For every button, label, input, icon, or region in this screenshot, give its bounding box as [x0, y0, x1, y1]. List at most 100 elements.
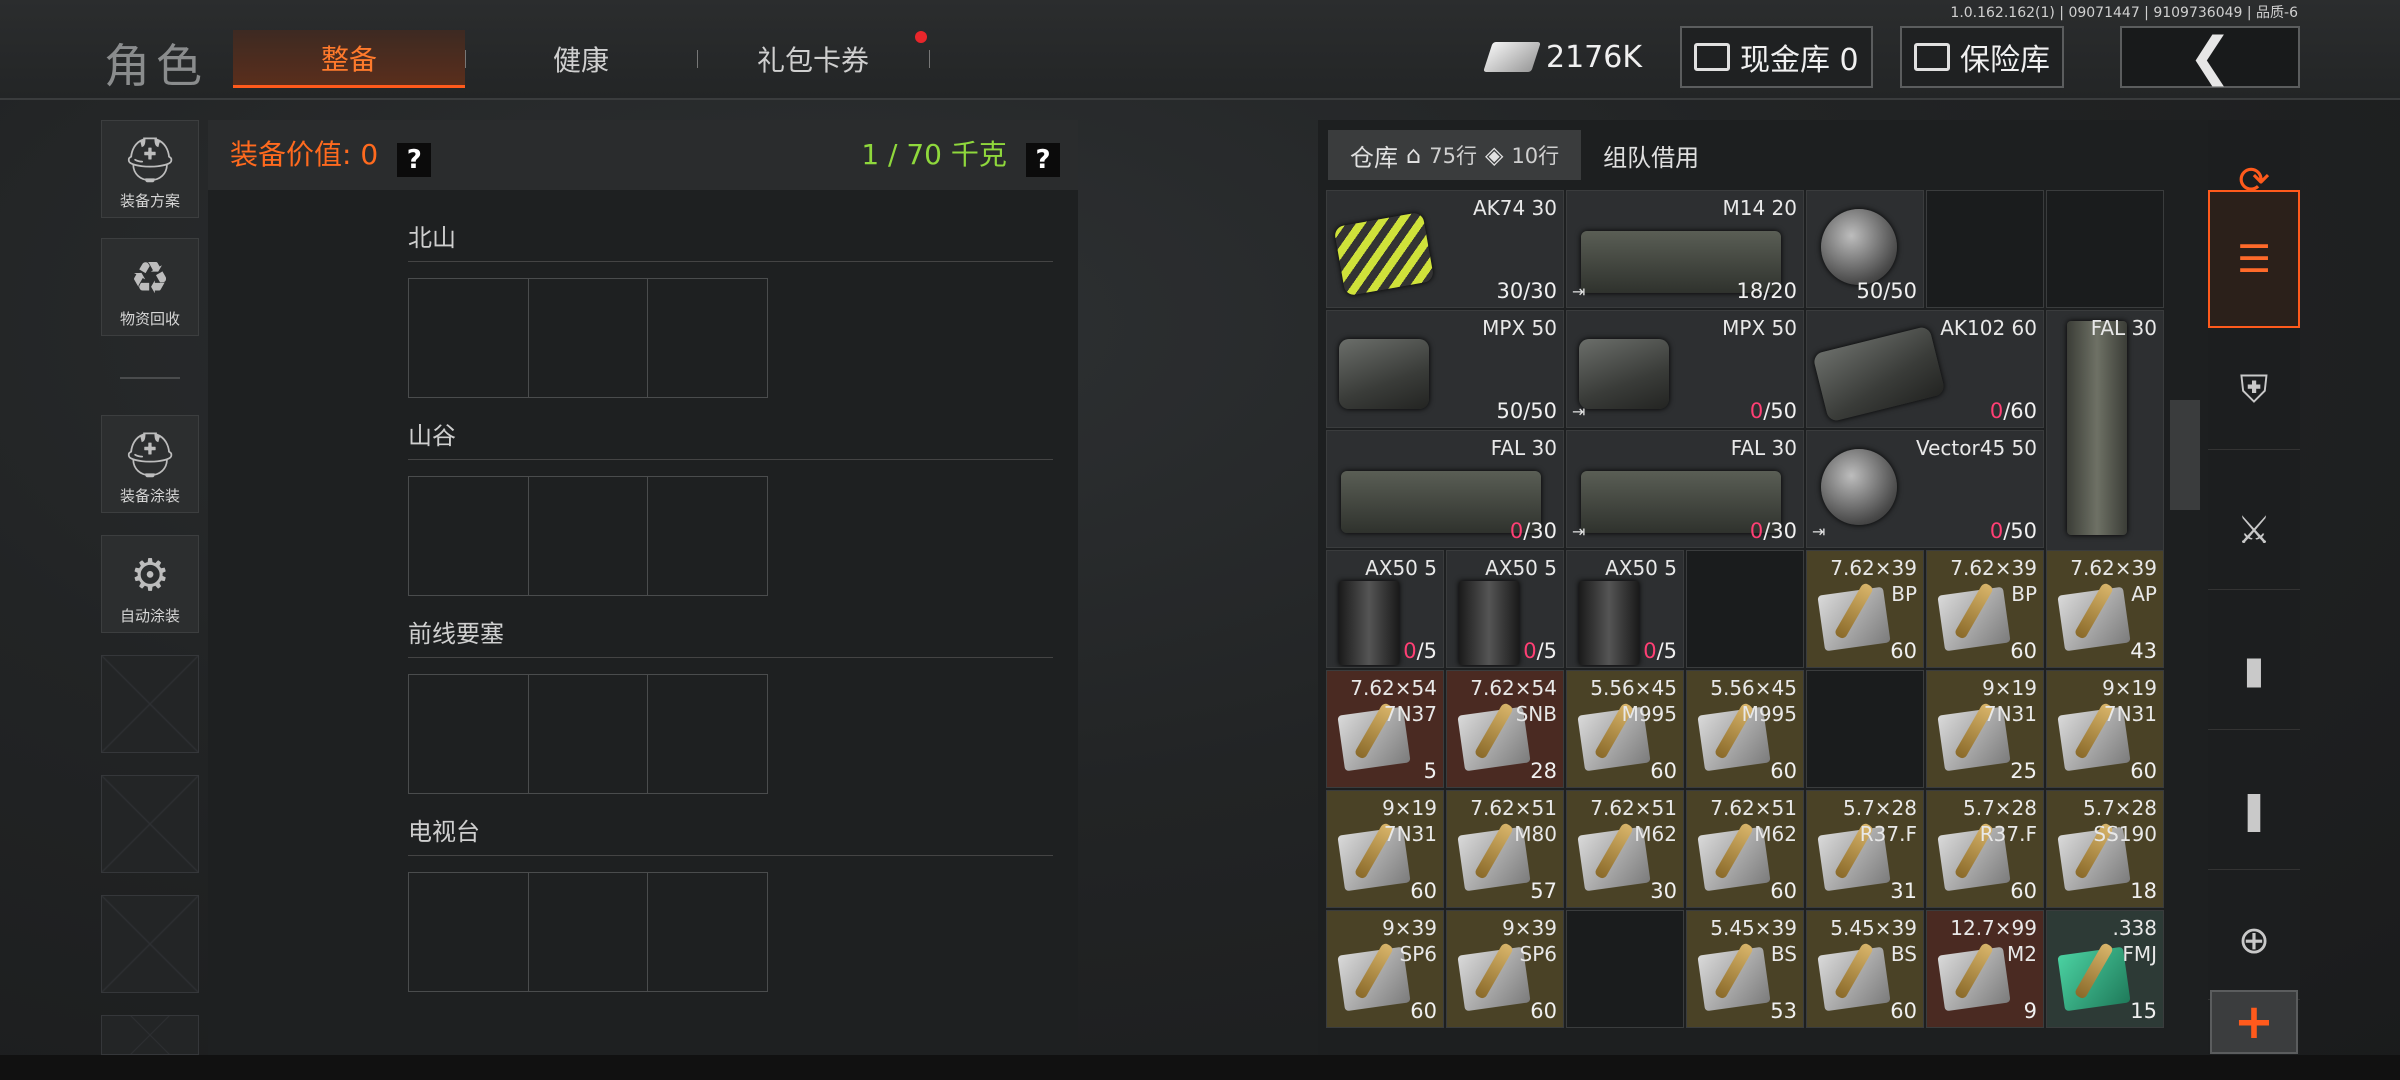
inventory-item[interactable]: AX50 5 0/5 [1446, 550, 1564, 668]
empty-slot [2046, 190, 2164, 308]
item-count: 0/5 [1403, 639, 1437, 663]
helmet-grid-icon: ⛑ [122, 135, 178, 186]
item-name: 5.56×45 M995 [1590, 676, 1677, 726]
warehouse-tabs: 仓库 ⌂ 75行 ◈ 10行 组队借用 [1328, 130, 1721, 180]
item-count: 60 [2010, 639, 2037, 663]
map-slot[interactable] [409, 279, 529, 397]
item-count: 60 [1530, 999, 1557, 1023]
item-name: 7.62×51 M62 [1590, 796, 1677, 846]
inventory-item[interactable]: 5.7×28 R37.F 60 [1926, 790, 2044, 908]
inventory-item[interactable]: 5.7×28 R37.F 31 [1806, 790, 1924, 908]
map-slot[interactable] [409, 873, 529, 991]
map-slot[interactable] [648, 873, 767, 991]
item-count: 60 [2010, 879, 2037, 903]
inventory-item[interactable]: AK102 60 0/60 [1806, 310, 2044, 428]
tab-equip[interactable]: 整备 [233, 30, 465, 88]
inventory-item[interactable]: 9×19 7N31 60 [2046, 670, 2164, 788]
item-name: 9×19 7N31 [1382, 796, 1437, 846]
inventory-item[interactable]: AX50 5 0/5 [1326, 550, 1444, 668]
add-button[interactable]: + [2210, 990, 2298, 1054]
filter-ammo-button[interactable]: ❚ [2208, 750, 2300, 870]
sidebar-item-recycle[interactable]: ♻ 物资回收 [101, 238, 199, 336]
item-count: 60 [1410, 999, 1437, 1023]
inventory-item[interactable]: 5.7×28 SS190 18 [2046, 790, 2164, 908]
magazine-icon [1812, 325, 1946, 423]
inventory-item[interactable]: AK74 30 30/30 [1326, 190, 1564, 308]
inventory-item[interactable]: 9×39 SP6 60 [1446, 910, 1564, 1028]
item-name: 5.56×45 M995 [1710, 676, 1797, 726]
map-slot[interactable] [409, 675, 529, 793]
inventory-item[interactable]: .338 FMJ 15 [2046, 910, 2164, 1028]
item-name: AX50 5 [1365, 556, 1437, 580]
inventory-item[interactable]: 7.62×39 BP 60 [1806, 550, 1924, 668]
tab-team-borrow[interactable]: 组队借用 [1581, 130, 1721, 180]
bottom-strip [0, 1055, 2400, 1080]
inventory-item[interactable]: 50/50 [1806, 190, 1924, 308]
sidebar-item-auto-paint[interactable]: ⚙ 自动涂装 [101, 535, 199, 633]
map-title: 前线要塞 [408, 614, 1053, 658]
magazine-icon [1339, 339, 1429, 409]
sidebar-item-skin[interactable]: ⛑ 装备涂装 [101, 415, 199, 513]
inventory-item[interactable]: 5.45×39 BS 60 [1806, 910, 1924, 1028]
filter-attachment-button[interactable]: ⊕ [2208, 880, 2300, 1000]
map-slot[interactable] [529, 675, 649, 793]
warehouse-scrollbar[interactable] [2170, 400, 2200, 510]
item-name: 9×19 7N31 [1982, 676, 2037, 726]
inventory-item[interactable]: 5.56×45 M995 60 [1566, 670, 1684, 788]
inventory-item[interactable]: 7.62×51 M62 60 [1686, 790, 1804, 908]
filter-armor-button[interactable]: ⛨ [2208, 330, 2300, 450]
map-slot[interactable] [648, 279, 767, 397]
inventory-item[interactable]: FAL 30 0/30 ⇥ [1566, 430, 1804, 548]
tab-health[interactable]: 健康 [465, 30, 697, 88]
money-amount: 2176K [1546, 39, 1643, 75]
magazine-icon [1339, 581, 1399, 665]
tab-gift-coupons[interactable]: 礼包卡券 [697, 30, 929, 88]
inventory-item[interactable]: MPX 50 0/50 ⇥ [1566, 310, 1804, 428]
inventory-item[interactable]: 9×39 SP6 60 [1326, 910, 1444, 1028]
magazine-icon: ▮ [2243, 647, 2265, 692]
item-count: 0/50 [1749, 399, 1797, 423]
filter-weapon-button[interactable]: ⚔ [2208, 470, 2300, 590]
money-display: 2176K [1483, 26, 1643, 88]
warehouse-rows: 75行 [1429, 144, 1477, 168]
inventory-item[interactable]: AX50 5 0/5 [1566, 550, 1684, 668]
map-slot[interactable] [409, 477, 529, 595]
inventory-item[interactable]: 9×19 7N31 25 [1926, 670, 2044, 788]
tab-warehouse[interactable]: 仓库 ⌂ 75行 ◈ 10行 [1328, 130, 1582, 180]
inventory-item[interactable]: FAL 30 0/30 [1326, 430, 1564, 548]
map-slot[interactable] [529, 873, 649, 991]
inventory-item[interactable]: 7.62×51 M62 30 [1566, 790, 1684, 908]
back-button[interactable]: ❮ [2120, 26, 2300, 88]
map-slot[interactable] [529, 279, 649, 397]
map-slot[interactable] [648, 675, 767, 793]
inventory-item[interactable]: 7.62×39 AP 43 [2046, 550, 2164, 668]
inventory-item[interactable]: Vector45 50 0/50 ⇥ [1806, 430, 2044, 548]
item-count: 60 [2130, 759, 2157, 783]
item-name: 5.7×28 R37.F [1842, 796, 1917, 846]
inventory-item[interactable]: 9×19 7N31 60 [1326, 790, 1444, 908]
inventory-item[interactable]: 5.56×45 M995 60 [1686, 670, 1804, 788]
magazine-icon [1579, 339, 1669, 409]
weight-help-button[interactable]: ? [1026, 142, 1060, 177]
item-count: 18/20 [1736, 279, 1797, 303]
inventory-item[interactable]: M14 20 18/20 ⇥ [1566, 190, 1804, 308]
filter-all-button[interactable]: ☰ [2208, 190, 2300, 328]
top-bar: 1.0.162.162(1) | 09071447 | 9109736049 |… [0, 0, 2400, 100]
linked-icon: ⇥ [1572, 282, 1586, 301]
item-count: 60 [1770, 759, 1797, 783]
map-slot[interactable] [529, 477, 649, 595]
sidebar-item-loadout-plan[interactable]: ⛑ 装备方案 [101, 120, 199, 218]
inventory-item[interactable]: 7.62×51 M80 57 [1446, 790, 1564, 908]
value-help-button[interactable]: ? [397, 142, 432, 177]
filter-magazine-button[interactable]: ▮ [2208, 610, 2300, 730]
inventory-item[interactable]: 5.45×39 BS 53 [1686, 910, 1804, 1028]
item-count: 57 [1530, 879, 1557, 903]
inventory-item[interactable]: MPX 50 50/50 [1326, 310, 1564, 428]
map-slot[interactable] [648, 477, 767, 595]
inventory-item[interactable]: 7.62×54 SNB 28 [1446, 670, 1564, 788]
inventory-item[interactable]: 7.62×54 7N37 5 [1326, 670, 1444, 788]
insurance-vault-button[interactable]: 保险库 [1900, 26, 2064, 88]
inventory-item[interactable]: 12.7×99 M2 9 [1926, 910, 2044, 1028]
inventory-item[interactable]: 7.62×39 BP 60 [1926, 550, 2044, 668]
cash-vault-button[interactable]: 现金库 0 [1680, 26, 1873, 88]
